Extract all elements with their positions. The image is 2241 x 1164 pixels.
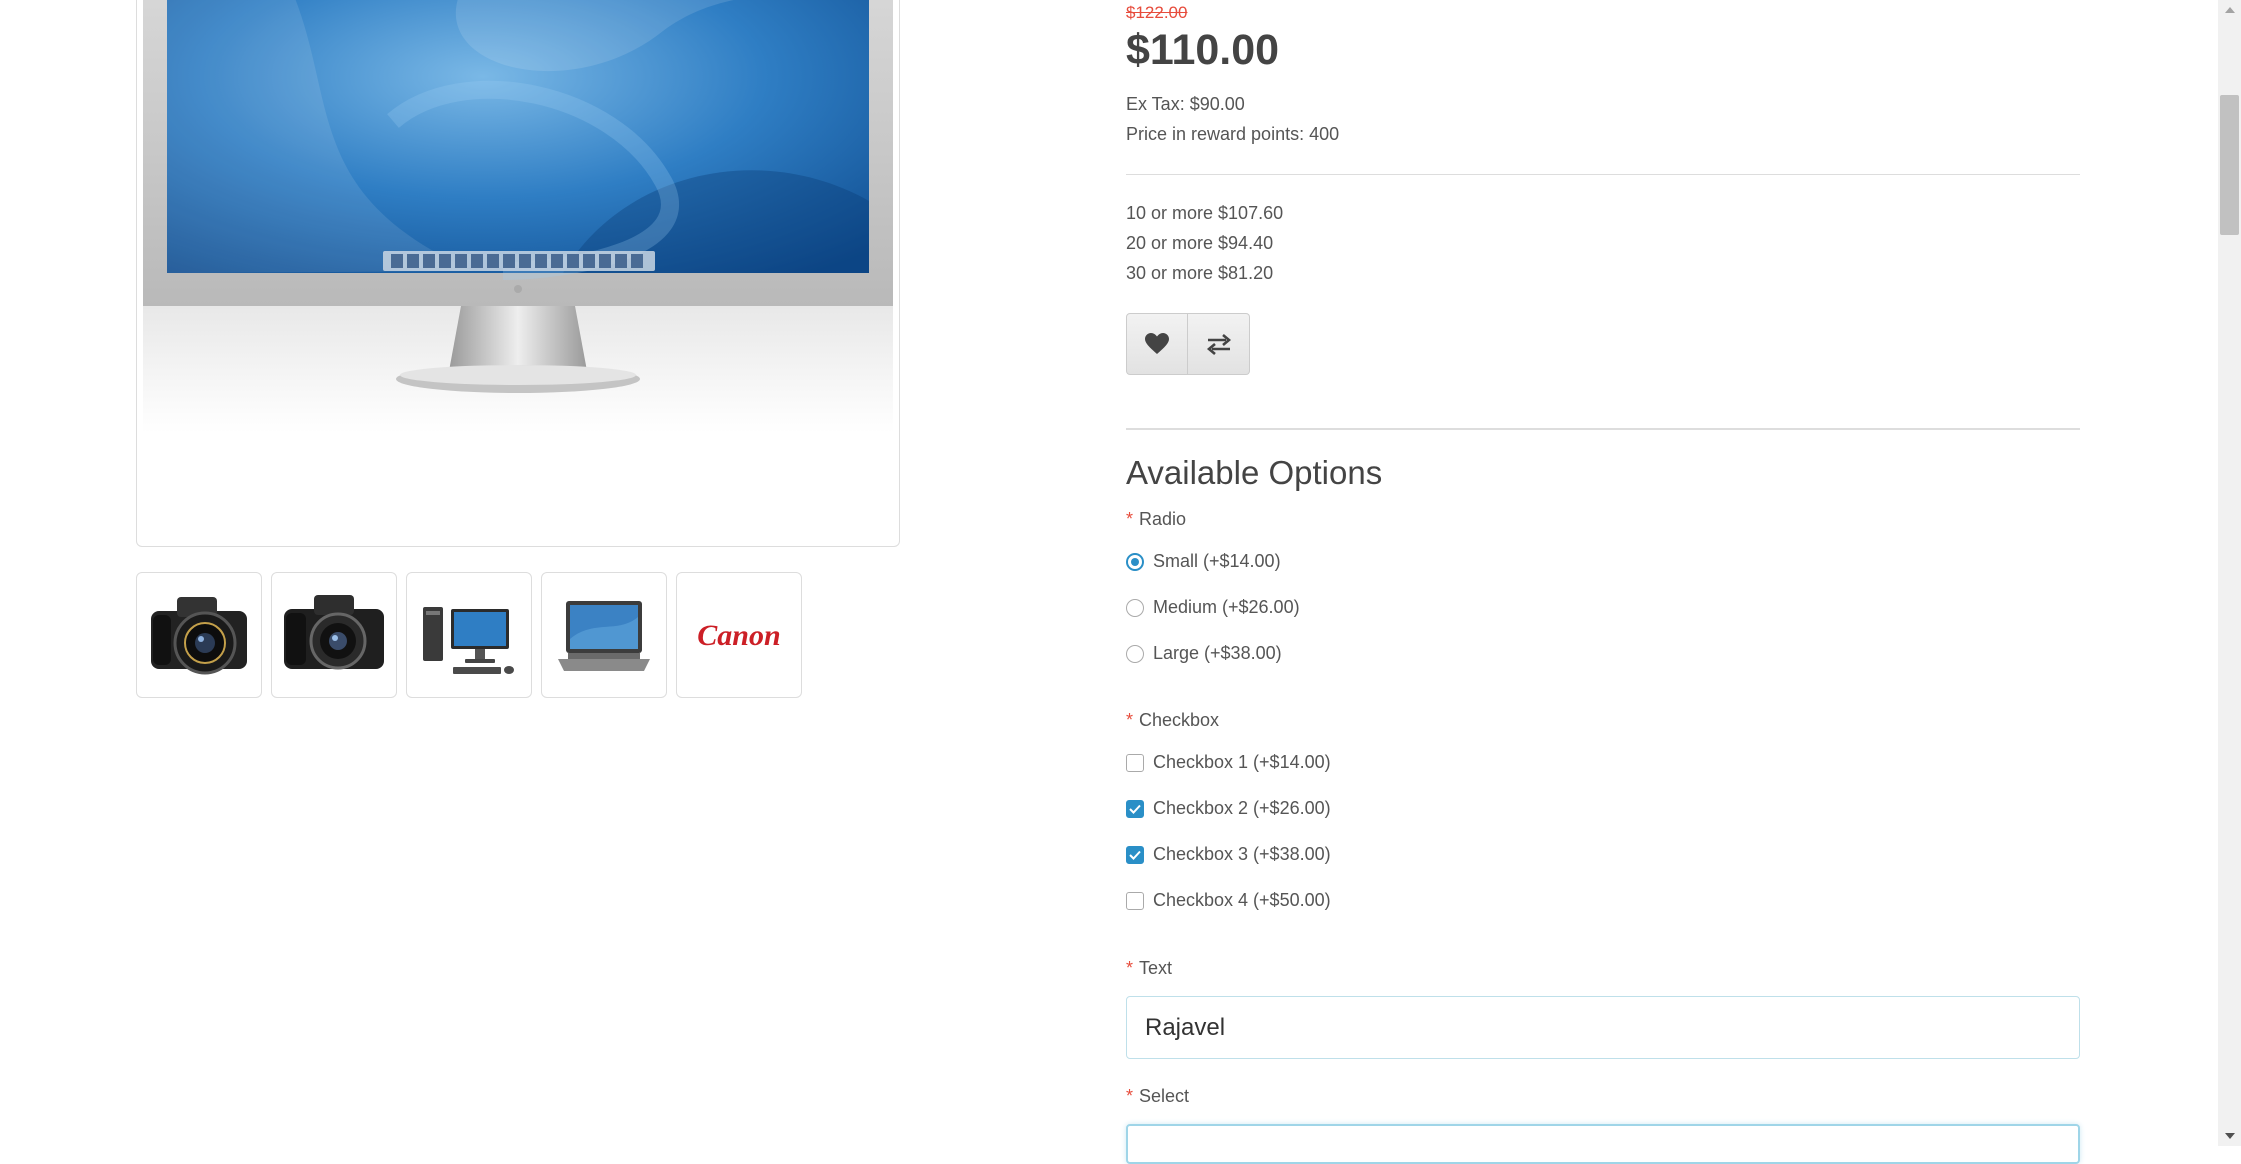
checkbox-option-label: Checkbox 3 (+$38.00): [1153, 844, 1331, 864]
checkbox[interactable]: [1126, 753, 1144, 772]
text-field-label: * Text: [1126, 958, 1172, 979]
radio-option-label: Small (+$14.00): [1153, 551, 1281, 571]
divider: [1126, 174, 2080, 175]
page-scrollbar[interactable]: [2218, 0, 2241, 1146]
ex-tax: Ex Tax: $90.00: [1126, 94, 1245, 114]
radio-option-medium[interactable]: Medium (+$26.00): [1126, 597, 1300, 618]
desktop-computer-icon: [423, 607, 514, 674]
radio-option-large[interactable]: Large (+$38.00): [1126, 643, 1282, 664]
checkbox-option-label: Checkbox 1 (+$14.00): [1153, 752, 1331, 772]
heart-icon: [1145, 333, 1169, 354]
checkbox-option-label: Checkbox 2 (+$26.00): [1153, 798, 1331, 818]
scroll-down-arrow-icon[interactable]: [2218, 1126, 2241, 1146]
radio-button[interactable]: [1126, 644, 1144, 663]
required-mark: *: [1126, 509, 1134, 529]
radio-option-small[interactable]: Small (+$14.00): [1126, 551, 1281, 572]
product-action-buttons: [1126, 313, 1250, 375]
thumbnail-camera-eos[interactable]: [271, 572, 397, 698]
price: $110.00: [1126, 26, 1280, 74]
thumbnail-canon-logo[interactable]: Canon: [676, 572, 802, 698]
radio-label-text: Radio: [1139, 509, 1187, 529]
thumbnail-desktop-computer[interactable]: [406, 572, 532, 698]
radio-button[interactable]: [1126, 552, 1144, 571]
options-heading: Available Options: [1126, 454, 1383, 491]
radio-option-label: Medium (+$26.00): [1153, 597, 1300, 617]
discount-30: 30 or more $81.20: [1126, 263, 1274, 283]
select-label-text: Select: [1139, 1086, 1190, 1106]
canon-logo-icon: Canon: [697, 619, 780, 652]
required-mark: *: [1126, 710, 1134, 730]
checkbox-option-2[interactable]: Checkbox 2 (+$26.00): [1126, 798, 1331, 819]
checkbox-label-text: Checkbox: [1139, 710, 1220, 730]
radio-group-label: * Radio: [1126, 509, 1186, 530]
discount-20: 20 or more $94.40: [1126, 233, 1274, 253]
product-page: Canon $122.00 $110.00 Ex Tax: $90.00 Pri…: [0, 0, 2218, 1164]
checkbox-group-label: * Checkbox: [1126, 710, 1219, 731]
reward-points: Price in reward points: 400: [1126, 124, 1340, 144]
text-input[interactable]: [1126, 996, 2080, 1059]
checkbox-option-4[interactable]: Checkbox 4 (+$50.00): [1126, 890, 1331, 911]
thumbnail-laptop[interactable]: [541, 572, 667, 698]
required-mark: *: [1126, 1086, 1134, 1106]
main-product-image[interactable]: [136, 0, 900, 547]
old-price: $122.00: [1126, 3, 1188, 22]
checkbox[interactable]: [1126, 891, 1144, 910]
checkbox-option-3[interactable]: Checkbox 3 (+$38.00): [1126, 844, 1331, 865]
select-dropdown[interactable]: [1126, 1124, 2080, 1164]
discount-10: 10 or more $107.60: [1126, 203, 1284, 223]
required-mark: *: [1126, 958, 1134, 978]
camera-icon: [284, 595, 384, 670]
wishlist-button[interactable]: [1126, 313, 1188, 375]
check-icon: [1129, 804, 1141, 814]
text-label-text: Text: [1139, 958, 1173, 978]
compare-button[interactable]: [1188, 313, 1250, 375]
thumbnail-camera-eos-5d[interactable]: [136, 572, 262, 698]
select-field-label: * Select: [1126, 1086, 1189, 1107]
monitor-image: [143, 0, 893, 433]
scroll-up-arrow-icon[interactable]: [2218, 0, 2241, 20]
radio-button[interactable]: [1126, 598, 1144, 617]
laptop-icon: [558, 601, 650, 671]
exchange-icon: [1206, 334, 1231, 355]
canon-logo-text: Canon: [697, 619, 780, 652]
radio-option-label: Large (+$38.00): [1153, 643, 1282, 663]
check-icon: [1129, 850, 1141, 860]
checkbox-option-label: Checkbox 4 (+$50.00): [1153, 890, 1331, 910]
options-divider: [1126, 428, 2080, 430]
checkbox-option-1[interactable]: Checkbox 1 (+$14.00): [1126, 752, 1331, 773]
checkbox[interactable]: [1126, 799, 1144, 818]
checkbox[interactable]: [1126, 845, 1144, 864]
scrollbar-thumb[interactable]: [2220, 95, 2239, 235]
camera-icon: [151, 597, 247, 675]
